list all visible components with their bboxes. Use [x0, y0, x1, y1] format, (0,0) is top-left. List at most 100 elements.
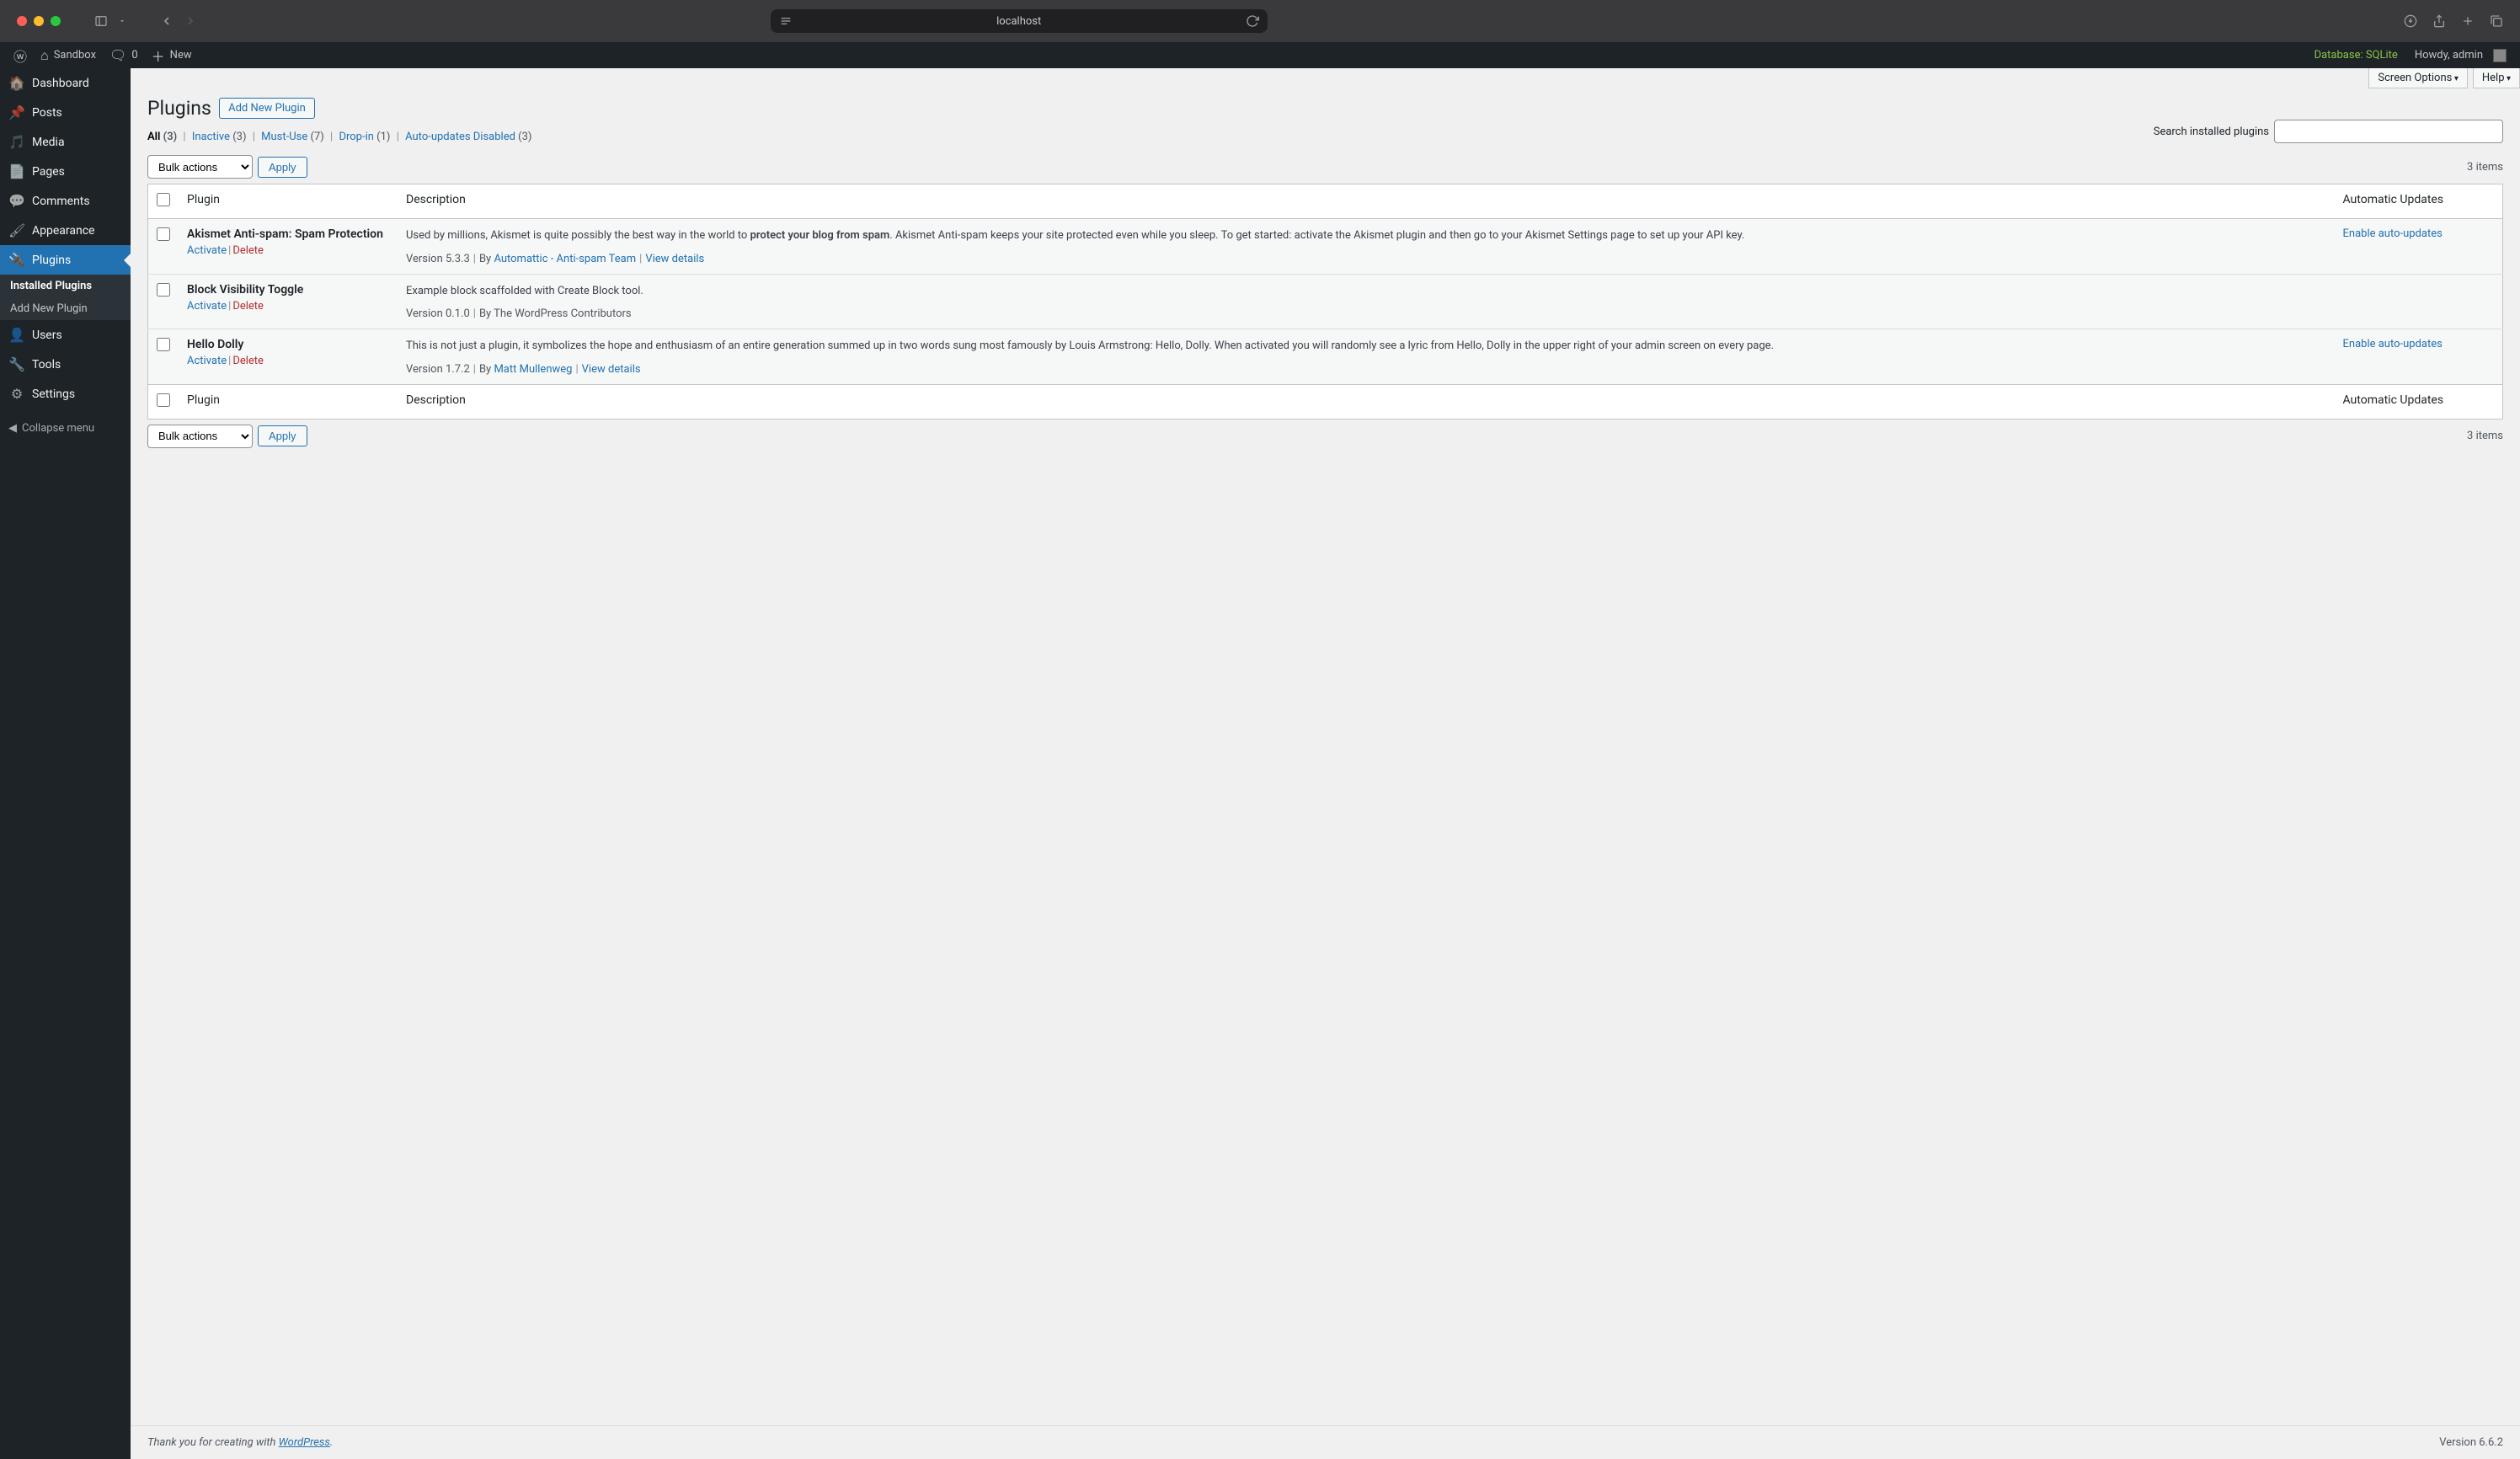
filter-mustuse[interactable]: Must-Use	[261, 131, 307, 143]
download-icon[interactable]	[2404, 14, 2417, 28]
minimize-window-button[interactable]	[34, 16, 44, 26]
filter-dropin[interactable]: Drop-in	[339, 131, 373, 143]
plugin-row: Hello Dolly Activate|Delete This is not …	[148, 329, 2503, 385]
plugin-row: Akismet Anti-spam: Spam Protection Activ…	[148, 219, 2503, 275]
plugins-submenu: Installed Plugins Add New Plugin	[0, 275, 131, 320]
menu-comments[interactable]: 💬Comments	[0, 186, 131, 216]
site-name: Sandbox	[54, 49, 96, 61]
select-all-bottom[interactable]	[157, 393, 170, 407]
howdy-text: Howdy, admin	[2415, 49, 2483, 61]
menu-label: Comments	[32, 195, 90, 208]
close-window-button[interactable]	[17, 16, 27, 26]
url-bar[interactable]: localhost	[771, 9, 1268, 33]
wp-adminbar: ⓦ ⌂Sandbox 🗨0 ＋New Database: SQLite Howd…	[0, 42, 2520, 68]
site-link[interactable]: ⌂Sandbox	[34, 42, 103, 68]
collapse-menu[interactable]: ◀Collapse menu	[0, 415, 131, 441]
collapse-label: Collapse menu	[22, 422, 94, 435]
plugin-row: Block Visibility Toggle Activate|Delete …	[148, 274, 2503, 329]
col-auto-header[interactable]: Automatic Updates	[2335, 184, 2503, 219]
plugins-table: Plugin Description Automatic Updates Aki…	[147, 184, 2503, 420]
apply-button-top[interactable]: Apply	[258, 157, 307, 178]
wordpress-icon: ⓦ	[13, 45, 27, 66]
filter-all[interactable]: All (3)	[147, 131, 177, 143]
menu-label: Tools	[32, 358, 61, 371]
delete-link[interactable]: Delete	[232, 300, 264, 313]
view-details-link[interactable]: View details	[582, 363, 641, 376]
plugins-icon: 🔌	[8, 252, 25, 268]
filter-autoupdates-disabled[interactable]: Auto-updates Disabled	[405, 131, 515, 143]
select-all-top[interactable]	[157, 193, 170, 206]
url-text: localhost	[996, 15, 1041, 28]
tablenav-bottom: Bulk actions Apply 3 items	[147, 425, 2503, 448]
row-checkbox[interactable]	[157, 227, 170, 241]
help-tab[interactable]: Help	[2473, 68, 2520, 88]
items-count-bottom: 3 items	[2467, 430, 2503, 442]
menu-label: Settings	[32, 387, 75, 401]
reload-icon[interactable]	[1246, 14, 1259, 28]
new-link[interactable]: ＋New	[145, 42, 199, 68]
comments-link[interactable]: 🗨0	[103, 42, 145, 68]
wordpress-link[interactable]: WordPress	[279, 1436, 330, 1449]
activate-link[interactable]: Activate	[187, 244, 227, 257]
sidebar-toggle-icon[interactable]	[94, 14, 108, 28]
account-link[interactable]: Howdy, admin	[2408, 42, 2513, 68]
enable-auto-updates-link[interactable]: Enable auto-updates	[2343, 227, 2443, 240]
bulk-action-select-bottom[interactable]: Bulk actions	[147, 425, 253, 448]
tabs-icon[interactable]	[2490, 14, 2503, 28]
version-text: Version 6.6.2	[2439, 1436, 2503, 1449]
submenu-installed[interactable]: Installed Plugins	[0, 275, 131, 297]
author-link[interactable]: Automattic - Anti-spam Team	[494, 253, 636, 265]
new-tab-icon[interactable]	[2461, 14, 2475, 28]
back-icon[interactable]	[160, 14, 174, 28]
col-auto-footer[interactable]: Automatic Updates	[2335, 384, 2503, 419]
activate-link[interactable]: Activate	[187, 300, 227, 313]
menu-users[interactable]: 👤 Users	[0, 320, 131, 350]
menu-posts[interactable]: 📌Posts	[0, 98, 131, 127]
posts-icon: 📌	[8, 104, 25, 120]
col-plugin-footer[interactable]: Plugin	[179, 384, 398, 419]
avatar-icon	[2493, 49, 2507, 62]
author-link[interactable]: Matt Mullenweg	[494, 363, 572, 376]
users-icon: 👤	[8, 327, 25, 343]
col-plugin-header[interactable]: Plugin	[179, 184, 398, 219]
plugin-description: Used by millions, Akismet is quite possi…	[406, 227, 2326, 244]
delete-link[interactable]: Delete	[232, 355, 264, 367]
comment-count: 0	[131, 49, 137, 61]
add-new-plugin-button[interactable]: Add New Plugin	[219, 98, 315, 119]
maximize-window-button[interactable]	[51, 16, 61, 26]
tools-icon: 🔧	[8, 356, 25, 372]
dropdown-icon[interactable]	[118, 14, 126, 28]
menu-pages[interactable]: 📄Pages	[0, 157, 131, 186]
pages-icon: 📄	[8, 163, 25, 179]
menu-label: Users	[32, 329, 62, 342]
view-details-link[interactable]: View details	[645, 253, 704, 265]
menu-appearance[interactable]: 🖌Appearance	[0, 216, 131, 245]
filter-inactive[interactable]: Inactive	[192, 131, 230, 143]
plugin-description: This is not just a plugin, it symbolizes…	[406, 338, 2326, 355]
row-checkbox[interactable]	[157, 283, 170, 297]
settings-icon: ⚙	[8, 386, 25, 402]
window-controls	[17, 16, 61, 26]
wp-logo-link[interactable]: ⓦ	[7, 42, 34, 68]
apply-button-bottom[interactable]: Apply	[258, 425, 307, 446]
menu-plugins[interactable]: 🔌Plugins	[0, 245, 131, 275]
share-icon[interactable]	[2432, 14, 2446, 28]
menu-dashboard[interactable]: 🏠Dashboard	[0, 68, 131, 98]
browser-chrome: localhost	[0, 0, 2520, 42]
col-desc-header: Description	[398, 184, 2335, 219]
admin-sidebar: 🏠Dashboard 📌Posts 🎵Media 📄Pages 💬Comment…	[0, 68, 131, 1459]
row-checkbox[interactable]	[157, 338, 170, 351]
delete-link[interactable]: Delete	[232, 244, 264, 257]
submenu-add-new[interactable]: Add New Plugin	[0, 297, 131, 320]
plugin-meta: Version 5.3.3|By Automattic - Anti-spam …	[406, 253, 2326, 265]
reader-icon[interactable]	[779, 14, 793, 28]
menu-media[interactable]: 🎵Media	[0, 127, 131, 157]
enable-auto-updates-link[interactable]: Enable auto-updates	[2343, 338, 2443, 350]
activate-link[interactable]: Activate	[187, 355, 227, 367]
menu-tools[interactable]: 🔧 Tools	[0, 350, 131, 379]
bulk-action-select-top[interactable]: Bulk actions	[147, 155, 253, 179]
screen-options-tab[interactable]: Screen Options	[2368, 68, 2467, 88]
search-input[interactable]	[2274, 120, 2503, 143]
forward-icon[interactable]	[184, 14, 197, 28]
menu-settings[interactable]: ⚙ Settings	[0, 379, 131, 409]
